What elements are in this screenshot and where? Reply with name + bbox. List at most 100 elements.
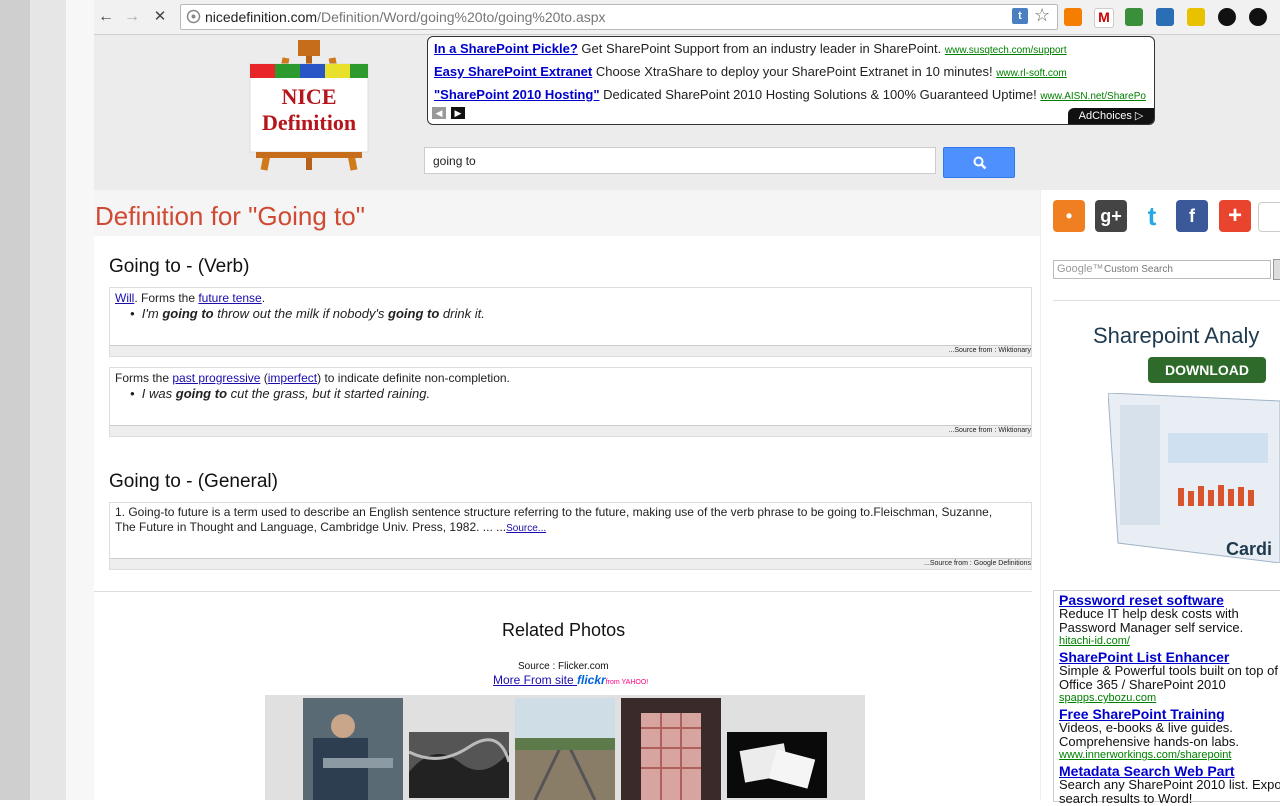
ad-prev-icon[interactable]: ◀ <box>432 107 446 119</box>
text-ad-url[interactable]: www.innerworkings.com/sharepoint <box>1059 749 1231 761</box>
definition-box: Will. Forms the future tense. • I'm goin… <box>109 287 1032 357</box>
definition-fragment: Forms the <box>115 371 173 385</box>
twitter-icon[interactable]: t <box>1136 200 1168 232</box>
translate-extension-icon[interactable] <box>1125 8 1143 26</box>
ad-item[interactable]: In a SharePoint Pickle? Get SharePoint S… <box>434 41 1067 56</box>
definition-box: 1. Going-to future is a term used to des… <box>109 502 1032 570</box>
url-text: nicedefinition.com/Definition/Word/going… <box>205 9 606 25</box>
general-definition-line: The Future in Thought and Language, Camb… <box>115 520 546 534</box>
definition-fragment: . <box>261 291 266 305</box>
source-link[interactable]: Source... <box>506 523 546 534</box>
related-photos-title: Related Photos <box>502 620 626 640</box>
photo-thumbnail[interactable] <box>727 732 827 798</box>
divider <box>94 591 1032 592</box>
back-icon[interactable]: ← <box>96 7 116 27</box>
example-bold: going to <box>388 306 440 321</box>
source-bar: ...Source from : Wiktionary <box>110 425 1031 436</box>
sync-extension-icon[interactable] <box>1187 8 1205 26</box>
adchoices-link[interactable]: AdChoices ▷ <box>1068 108 1154 124</box>
ad-url[interactable]: www.AISN.net/SharePo <box>1040 91 1146 102</box>
search-button[interactable] <box>943 147 1015 178</box>
custom-search-button[interactable] <box>1273 259 1280 280</box>
blogger-icon[interactable] <box>1064 8 1082 26</box>
page-title: Definition for "Going to" <box>95 201 365 231</box>
facebook-icon[interactable]: f <box>1176 200 1208 232</box>
screenshot-extension-icon[interactable] <box>1156 8 1174 26</box>
text-ad-desc: Search any SharePoint 2010 list. Export … <box>1059 777 1280 806</box>
software-screenshot <box>1108 393 1280 563</box>
example-fragment: I was <box>141 386 176 401</box>
address-bar[interactable]: nicedefinition.com/Definition/Word/going… <box>180 4 1058 30</box>
definition-fragment: The Future in Thought and Language, Camb… <box>115 520 507 534</box>
url-path: /Definition/Word/going%20to/going%20to.a… <box>317 9 606 25</box>
forward-icon[interactable]: → <box>122 7 142 27</box>
custom-search-placeholder: Custom Search <box>1104 264 1173 275</box>
example-sentence: • I'm going to throw out the milk if nob… <box>130 306 485 321</box>
share-plus-icon[interactable]: + <box>1219 200 1251 232</box>
banner-brand: Cardi <box>1226 539 1273 559</box>
ad-title[interactable]: Easy SharePoint Extranet <box>434 64 592 79</box>
rss-icon[interactable]: • <box>1053 200 1085 232</box>
download-button[interactable]: DOWNLOAD <box>1148 357 1266 383</box>
word-link-will[interactable]: Will <box>115 291 134 305</box>
window-edge <box>66 0 94 800</box>
ad-item[interactable]: Easy SharePoint Extranet Choose XtraShar… <box>434 64 1067 79</box>
word-link-past-progressive[interactable]: past progressive <box>172 371 260 385</box>
verb-heading: Going to - (Verb) <box>109 256 250 277</box>
ad-title[interactable]: "SharePoint 2010 Hosting" <box>434 87 599 102</box>
photo-thumbnail[interactable] <box>515 698 615 800</box>
gmail-icon[interactable]: M <box>1094 8 1114 28</box>
definition-fragment: ) to indicate definite non-completion. <box>317 371 510 385</box>
ad-title[interactable]: In a SharePoint Pickle? <box>434 41 578 56</box>
google-plus-icon[interactable]: g+ <box>1095 200 1127 232</box>
definition-box: Forms the past progressive (imperfect) t… <box>109 367 1032 437</box>
text-ad-desc: Reduce IT help desk costs with Password … <box>1059 606 1244 635</box>
ad-text: Dedicated SharePoint 2010 Hosting Soluti… <box>599 87 1037 102</box>
example-fragment: throw out the milk if nobody's <box>213 306 389 321</box>
more-from-label[interactable]: More From site <box>493 673 577 687</box>
search-input[interactable] <box>424 147 936 174</box>
word-link-future-tense[interactable]: future tense <box>198 291 261 305</box>
translate-icon[interactable]: t <box>1012 8 1028 24</box>
window-edge <box>0 0 30 800</box>
site-logo[interactable]: NICE Definition <box>246 38 372 172</box>
general-heading: Going to - (General) <box>109 471 278 492</box>
more-from-flickr-link[interactable]: More From site flickrfrom YAHOO! <box>493 673 648 687</box>
adchoices-label: AdChoices <box>1078 110 1132 122</box>
definition-fragment: . Forms the <box>134 291 199 305</box>
photo-source: Source : Flicker.com <box>518 661 609 672</box>
custom-search-input[interactable]: Google™ Custom Search <box>1053 260 1271 279</box>
ad-next-icon[interactable]: ▶ <box>451 107 465 119</box>
soccer-ball-icon[interactable] <box>1218 8 1236 26</box>
example-fragment: I'm <box>141 306 163 321</box>
photo-thumbnail[interactable] <box>409 732 509 798</box>
ad-text: Get SharePoint Support from an industry … <box>577 41 942 56</box>
ad-url[interactable]: www.rl-soft.com <box>996 68 1067 79</box>
search-icon <box>973 156 987 170</box>
soccer-ball-icon[interactable] <box>1249 8 1267 26</box>
window-edge <box>30 0 66 800</box>
example-bold: going to <box>175 386 228 401</box>
definition-fragment: ( <box>260 371 268 385</box>
page-icon <box>186 9 201 24</box>
star-icon[interactable]: ☆ <box>1034 5 1050 26</box>
sponsored-ads-box: In a SharePoint Pickle? Get SharePoint S… <box>427 36 1155 125</box>
definition-text: Forms the past progressive (imperfect) t… <box>115 371 510 385</box>
source-bar: ...Source from : Wiktionary <box>110 345 1031 356</box>
ad-url[interactable]: www.susqtech.com/support <box>945 45 1067 56</box>
banner-ad[interactable]: Sharepoint Analy DOWNLOAD Cardi <box>1053 300 1280 568</box>
example-bold: going to <box>162 306 214 321</box>
text-ad-url[interactable]: hitachi-id.com/ <box>1059 635 1130 647</box>
source-bar: ...Source from : Google Definitions <box>110 558 1031 569</box>
url-domain: nicedefinition.com <box>205 9 318 25</box>
ad-item[interactable]: "SharePoint 2010 Hosting" Dedicated Shar… <box>434 87 1146 102</box>
ad-text: Choose XtraShare to deploy your SharePoi… <box>592 64 993 79</box>
text-ads-box: Password reset software Reduce IT help d… <box>1053 590 1280 806</box>
text-ad-desc: Videos, e-books & live guides. Comprehen… <box>1059 720 1239 749</box>
word-link-imperfect[interactable]: imperfect <box>268 371 317 385</box>
photo-thumbnail[interactable] <box>621 698 721 800</box>
text-ad-url[interactable]: spapps.cybozu.com <box>1059 692 1156 704</box>
stop-icon[interactable]: ✕ <box>150 7 170 27</box>
share-counter <box>1258 202 1280 232</box>
photo-thumbnail[interactable] <box>303 698 403 800</box>
